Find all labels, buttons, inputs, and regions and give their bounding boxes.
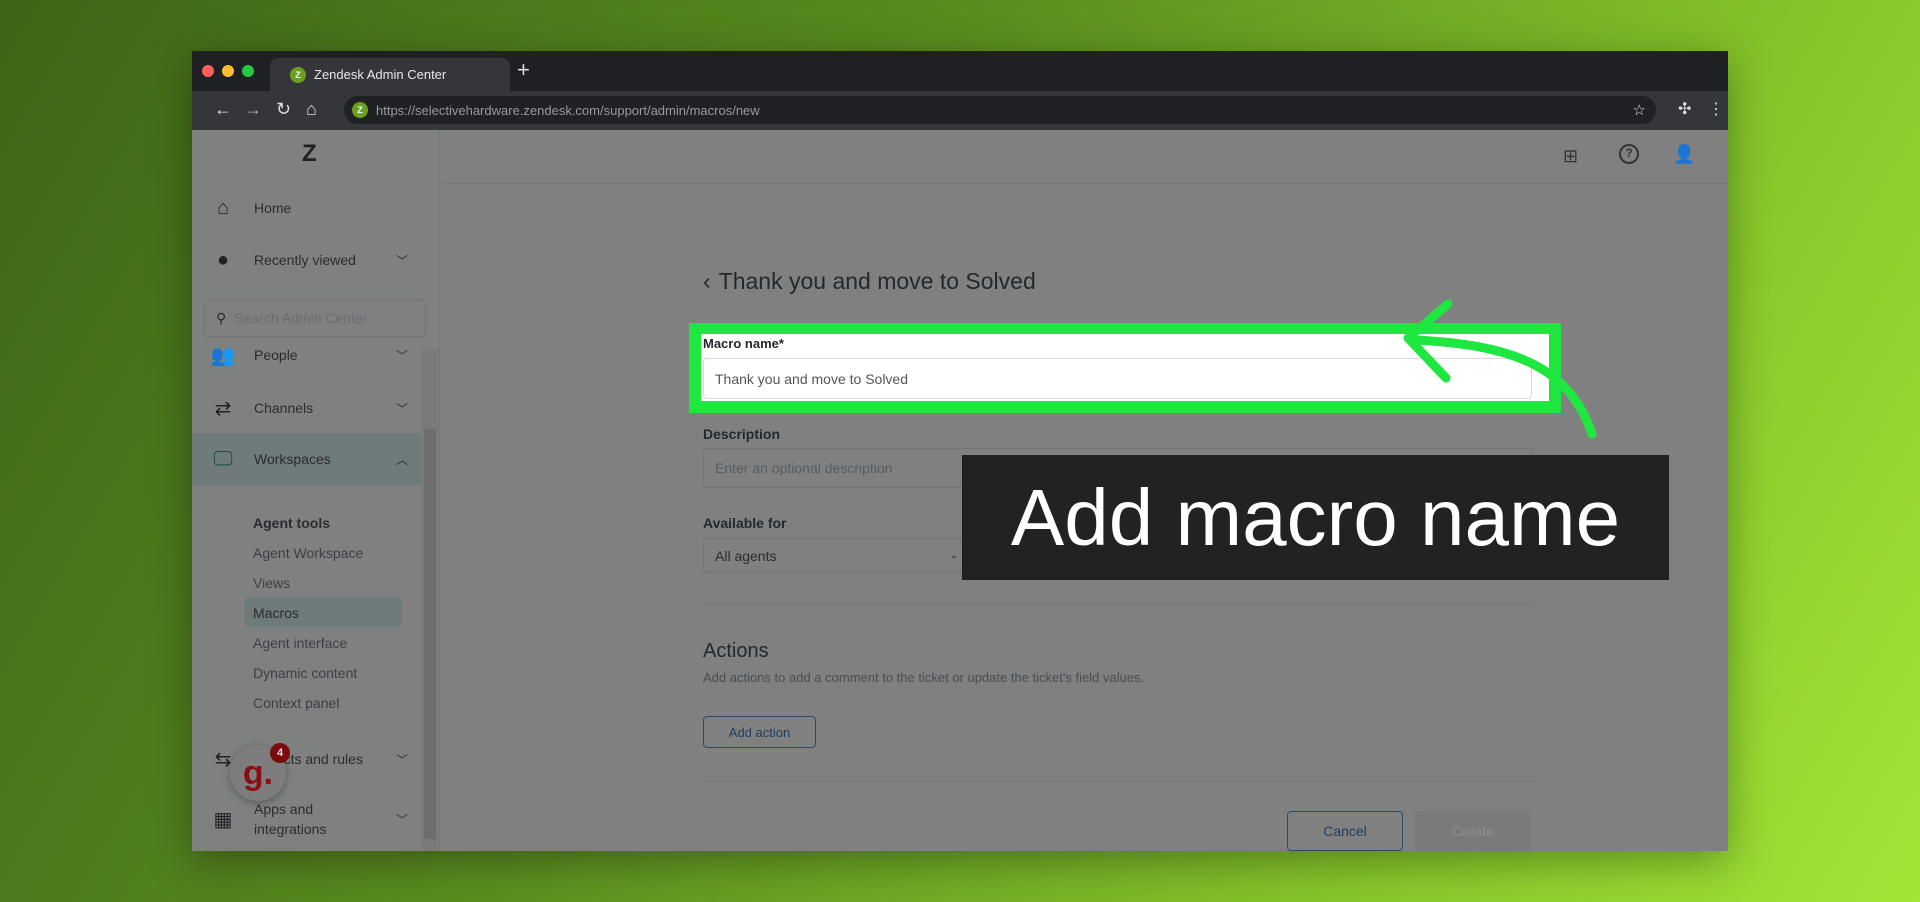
annotation-arrow — [1403, 299, 1597, 439]
arrow-curve — [1410, 335, 1597, 439]
annotation-label: Add macro name — [962, 455, 1669, 580]
